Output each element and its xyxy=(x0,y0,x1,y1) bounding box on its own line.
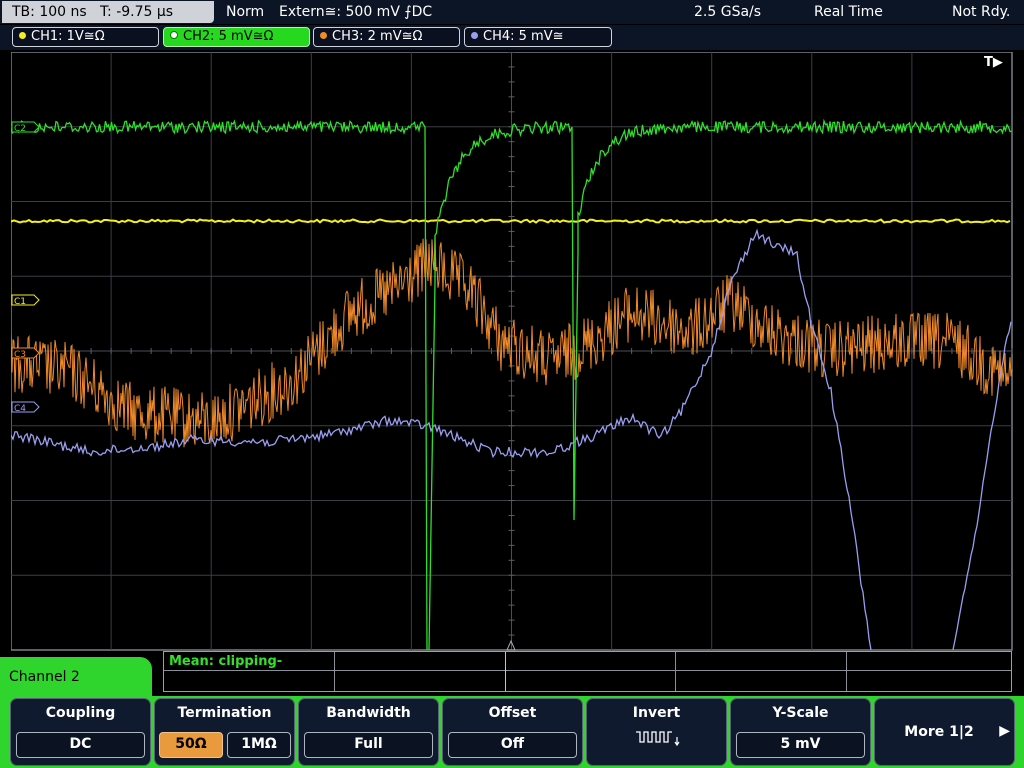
timebase-readout: TB: 100 ns xyxy=(12,4,87,20)
measurement-divider xyxy=(675,652,676,691)
coupling-title: Coupling xyxy=(45,705,116,721)
coupling-value[interactable]: DC xyxy=(16,732,145,758)
bandwidth-softkey[interactable]: Bandwidth Full xyxy=(298,698,439,766)
termination-1m-ohm[interactable]: 1MΩ xyxy=(227,732,291,758)
measurement-panel xyxy=(163,651,1012,692)
trigger-time-readout: T: -9.75 µs xyxy=(100,4,174,20)
y-scale-value[interactable]: 5 mV xyxy=(736,732,865,758)
offset-value[interactable]: Off xyxy=(448,732,577,758)
trigger-mode[interactable]: Norm xyxy=(226,0,264,24)
channel-1-tab[interactable]: CH1: 1V≅Ω xyxy=(12,27,159,47)
channel-1-label: CH1: 1V≅Ω xyxy=(31,29,105,44)
acquisition-mode: Real Time xyxy=(814,4,883,20)
ch1-dot-icon xyxy=(19,32,26,39)
invert-title: Invert xyxy=(632,705,681,721)
svg-text:C2: C2 xyxy=(14,124,26,134)
ch4-dot-icon xyxy=(471,32,478,39)
channel-3-label: CH3: 2 mV≅Ω xyxy=(332,29,423,44)
sample-rate: 2.5 GSa/s xyxy=(694,4,762,20)
trigger-source[interactable]: Extern≅: 500 mV ⨍DC xyxy=(279,0,432,24)
offset-title: Offset xyxy=(488,705,537,721)
bandwidth-title: Bandwidth xyxy=(326,705,411,721)
coupling-softkey[interactable]: Coupling DC xyxy=(10,698,151,766)
channel-4-tab[interactable]: CH4: 5 mV≅ xyxy=(464,27,612,47)
channel-2-tab[interactable]: CH2: 5 mV≅Ω xyxy=(163,27,310,47)
termination-softkey[interactable]: Termination 50Ω 1MΩ xyxy=(154,698,295,766)
inverted-pulse-icon xyxy=(636,731,680,747)
termination-title: Termination xyxy=(177,705,272,721)
waveform-display[interactable]: C1 C2 C3 C4 T▶ xyxy=(11,52,1013,651)
svg-text:C1: C1 xyxy=(14,297,26,307)
measurement-divider xyxy=(334,652,335,691)
bandwidth-value[interactable]: Full xyxy=(304,732,433,758)
y-scale-title: Y-Scale xyxy=(772,705,829,721)
ch2-dot-icon xyxy=(170,31,178,39)
more-label: More 1|2 xyxy=(904,724,974,740)
more-softkey[interactable]: More 1|2 ▶ xyxy=(874,698,1015,766)
svg-text:C4: C4 xyxy=(14,404,26,414)
measurement-divider xyxy=(505,652,506,691)
offset-softkey[interactable]: Offset Off xyxy=(442,698,583,766)
menu-title-tab[interactable]: Channel 2 xyxy=(0,657,152,697)
svg-text:C3: C3 xyxy=(14,350,26,360)
invert-softkey[interactable]: Invert xyxy=(586,698,727,766)
channel-4-label: CH4: 5 mV≅ xyxy=(483,29,564,44)
right-arrow-icon: ▶ xyxy=(999,723,1010,739)
trigger-state: Not Rdy. xyxy=(952,4,1011,20)
measurement-result[interactable]: Mean: clipping- xyxy=(169,654,282,669)
ch3-dot-icon xyxy=(320,32,327,39)
trigger-position-marker[interactable]: T▶ xyxy=(984,55,1003,70)
timebase-box[interactable]: TB: 100 ns T: -9.75 µs xyxy=(2,1,214,23)
measurement-divider xyxy=(164,670,1011,671)
y-scale-softkey[interactable]: Y-Scale 5 mV xyxy=(730,698,871,766)
measurement-divider xyxy=(846,652,847,691)
channel-3-tab[interactable]: CH3: 2 mV≅Ω xyxy=(313,27,460,47)
termination-50-ohm[interactable]: 50Ω xyxy=(159,732,223,758)
channel-2-label: CH2: 5 mV≅Ω xyxy=(183,29,274,44)
